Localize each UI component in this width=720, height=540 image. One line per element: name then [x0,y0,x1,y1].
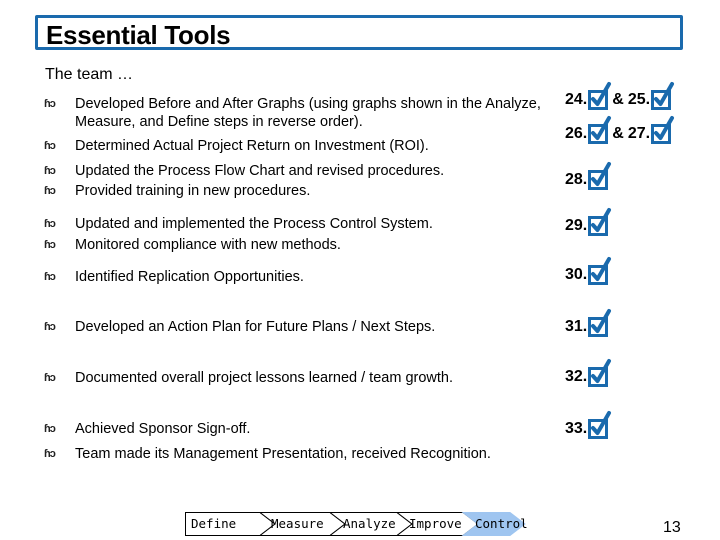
step-analyze: Analyze [343,516,396,531]
bullet-icon: ɦɔ [44,448,56,460]
checklist-item: 30. [565,257,612,285]
checkbox-checked-icon [651,82,675,110]
checklist-item: 26. & 27. [565,116,675,144]
step-number: 25. [627,91,651,108]
title-box: Essential Tools [35,15,683,50]
checkbox-checked-icon [588,162,612,190]
bullet-text: Updated the Process Flow Chart and revis… [75,163,445,179]
step-number: 27. [627,125,651,142]
bullet-icon: ɦɔ [44,423,56,435]
step-measure: Measure [271,516,324,531]
bullet-icon: ɦɔ [44,271,56,283]
bullet-text: Developed Before and After Graphs (using… [75,96,541,130]
bullet-text: Updated and implemented the Process Cont… [75,216,433,232]
checkbox-checked-icon [588,309,612,337]
bullet-text: Developed an Action Plan for Future Plan… [75,319,436,335]
dmaic-process-bar: Define Measure Analyze Improve Control [185,512,528,536]
step-number: 33. [565,420,588,437]
bullet-icon: ɦɔ [44,372,56,384]
bullet-icon: ɦɔ [44,321,56,333]
bullet-text: Provided training in new procedures. [75,183,311,199]
bullet-text: Documented overall project lessons learn… [75,370,453,386]
step-number: 29. [565,217,588,234]
checkbox-checked-icon [588,257,612,285]
step-number: 30. [565,266,588,283]
checklist-item: 32. [565,359,612,387]
bullet-text: Team made its Management Presentation, r… [75,446,491,462]
bullet-icon: ɦɔ [44,185,56,197]
checkbox-checked-icon [588,359,612,387]
step-number: 24. [565,91,588,108]
step-number: 28. [565,171,588,188]
checklist-item: 31. [565,309,612,337]
checkbox-checked-icon [588,411,612,439]
page-title: Essential Tools [46,20,231,50]
checklist-item: 28. [565,162,612,190]
bullet-text: Determined Actual Project Return on Inve… [75,138,429,154]
ampersand: & [612,91,624,108]
bullet-icon: ɦɔ [44,98,56,110]
page-number: 13 [663,519,681,536]
step-number: 26. [565,125,588,142]
subtitle: The team … [45,66,134,83]
checkbox-checked-icon [588,208,612,236]
checkbox-checked-icon [588,116,612,144]
bullet-icon: ɦɔ [44,140,56,152]
bullet-text: Identified Replication Opportunities. [75,269,304,285]
bullet-icon: ɦɔ [44,218,56,230]
step-control: Control [475,516,528,531]
checkbox-checked-icon [588,82,612,110]
step-number: 31. [565,318,588,335]
checkbox-checked-icon [651,116,675,144]
step-number: 32. [565,368,588,385]
bullet-text: Monitored compliance with new methods. [75,237,341,253]
bullet-icon: ɦɔ [44,165,56,177]
checklist-item: 29. [565,208,612,236]
step-improve: Improve [409,516,462,531]
checklist-item: 33. [565,411,612,439]
bullet-text: Achieved Sponsor Sign-off. [75,421,251,437]
ampersand: & [612,125,624,142]
bullet-icon: ɦɔ [44,239,56,251]
step-define: Define [191,516,237,531]
checklist-item: 24. & 25. [565,82,675,110]
